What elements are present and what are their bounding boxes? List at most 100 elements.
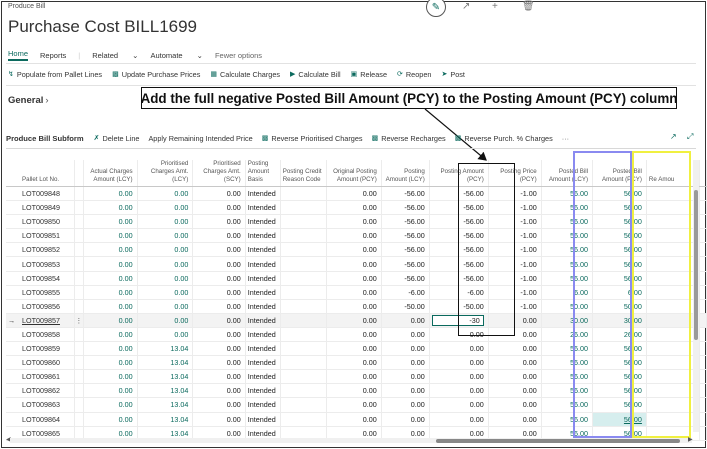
cell-bill-pcy[interactable]: 56.00 [592, 186, 647, 202]
edit-icon[interactable]: ✎ [426, 0, 446, 17]
cell-bill-lcy[interactable]: 6.00 [541, 285, 594, 300]
cell-basis[interactable]: Intended [245, 228, 281, 244]
reverse-prioritised-button[interactable]: ▩ Reverse Prioritised Charges [262, 134, 363, 143]
table-row[interactable]: LOT009850 0.00 0.00 0.00 Intended 0.00 -56.00-… [6, 214, 707, 230]
cell-price[interactable]: -1.00 [488, 186, 542, 202]
fewer-options-button[interactable]: Fewer options [215, 51, 262, 60]
cell-post-pcy[interactable]: -56.00 [429, 256, 489, 272]
cell-post-lcy[interactable]: -56.00 [381, 228, 430, 244]
cell-post-lcy[interactable]: 0.00 [381, 369, 430, 385]
col-header-prioritised-scy[interactable]: Prioritised Charges Amt. (SCY) [192, 160, 246, 187]
vertical-scroll-thumb[interactable] [694, 190, 698, 340]
cell-price[interactable]: -1.00 [488, 285, 542, 300]
more-options-button[interactable]: ··· [562, 134, 569, 143]
col-header-extra[interactable]: Re Amou [646, 160, 700, 187]
cell-post-pcy[interactable]: -50.00 [429, 299, 489, 314]
cell-post-pcy[interactable]: -56.00 [429, 186, 489, 202]
cell-bill-pcy[interactable]: 30.00 [592, 313, 647, 328]
reverse-purch-button[interactable]: ▩ Reverse Purch. % Charges [455, 134, 553, 143]
cell-scy[interactable]: 0.00 [192, 285, 246, 300]
cell-prior[interactable]: 13.04 [137, 341, 194, 357]
cell-basis[interactable]: Intended [245, 369, 281, 385]
calculate-charges-button[interactable]: ▦ Calculate Charges [210, 70, 280, 79]
cell-post-pcy[interactable]: 0.00 [429, 341, 489, 357]
cell-scy[interactable]: 0.00 [192, 214, 246, 230]
cell-lot[interactable]: LOT009850 [6, 214, 75, 230]
cell-lot[interactable]: LOT009848 [6, 186, 75, 202]
cell-prior[interactable]: 0.00 [137, 271, 194, 286]
table-row[interactable]: LOT009848 0.00 0.00 0.00 Intended 0.00 -56.00-… [6, 186, 707, 202]
cell-actual[interactable]: 0.00 [83, 412, 138, 427]
cell-price[interactable]: 0.00 [488, 327, 542, 343]
table-row[interactable]: LOT009860 0.00 13.04 0.00 Intended 0.00 0.00 0.… [6, 355, 707, 371]
cell-actual[interactable]: 0.00 [83, 299, 138, 314]
cell-prior[interactable]: 0.00 [137, 256, 194, 272]
cell-post-lcy[interactable]: -56.00 [381, 271, 430, 286]
cell-bill-lcy[interactable]: 56.00 [541, 341, 594, 357]
cell-bill-lcy[interactable]: 56.00 [541, 355, 594, 371]
cell-post-lcy[interactable]: 0.00 [381, 383, 430, 399]
cell-lot[interactable]: LOT009864 [6, 412, 75, 427]
cell-orig[interactable]: 0.00 [326, 186, 382, 202]
cell-post-lcy[interactable]: -50.00 [381, 299, 430, 314]
cell-prior[interactable]: 13.04 [137, 355, 194, 371]
col-header-bill-pcy[interactable]: Posted Bill Amount (PCY) [592, 160, 647, 187]
col-header-lot[interactable]: Pallet Lot No. [6, 160, 75, 187]
cell-post-pcy[interactable]: -56.00 [429, 271, 489, 286]
reopen-button[interactable]: ⟳ Reopen [397, 70, 431, 79]
cell-prior[interactable]: 0.00 [137, 327, 194, 343]
cell-prior[interactable]: 13.04 [137, 383, 194, 399]
breadcrumb[interactable]: Produce Bill [8, 3, 45, 10]
cell-post-lcy[interactable]: 0.00 [381, 341, 430, 357]
cell-basis[interactable]: Intended [245, 186, 281, 202]
cell-lot[interactable]: LOT009851 [6, 228, 75, 244]
col-header-posting-lcy[interactable]: Posting Amount (LCY) [381, 160, 430, 187]
cell-bill-lcy[interactable]: 26.00 [541, 327, 594, 343]
cell-lot[interactable]: LOT009862 [6, 383, 75, 399]
table-row[interactable]: LOT009862 0.00 13.04 0.00 Intended 0.00 0.00 0.… [6, 383, 707, 399]
new-icon[interactable]: + [492, 1, 498, 12]
cell-orig[interactable]: 0.00 [326, 242, 382, 258]
cell-orig[interactable]: 0.00 [326, 271, 382, 286]
cell-orig[interactable]: 0.00 [326, 214, 382, 230]
cell-bill-pcy[interactable]: 56.00 [592, 200, 647, 216]
cell-post-pcy[interactable]: 0.00 [429, 397, 489, 413]
menu-related[interactable]: Related ⌄ [92, 51, 138, 60]
cell-bill-lcy[interactable]: 56.00 [541, 412, 594, 427]
cell-actual[interactable]: 0.00 [83, 256, 138, 272]
cell-bill-pcy[interactable]: 56.00 [592, 256, 647, 272]
cell-bill-pcy[interactable]: 56.00 [592, 214, 647, 230]
cell-post-lcy[interactable]: 0.00 [381, 355, 430, 371]
cell-actual[interactable]: 0.00 [83, 228, 138, 244]
cell-scy[interactable]: 0.00 [192, 242, 246, 258]
cell-post-lcy[interactable]: -56.00 [381, 200, 430, 216]
cell-lot[interactable]: LOT009849 [6, 200, 75, 216]
cell-bill-pcy[interactable]: 6.00 [592, 285, 647, 300]
cell-post-lcy[interactable]: -56.00 [381, 242, 430, 258]
cell-bill-lcy[interactable]: 56.00 [541, 228, 594, 244]
delete-line-button[interactable]: ✗ Delete Line [94, 134, 140, 143]
cell-bill-lcy[interactable]: 56.00 [541, 186, 594, 202]
cell-actual[interactable]: 0.00 [83, 313, 138, 328]
cell-post-lcy[interactable]: 0.00 [381, 313, 430, 328]
cell-orig[interactable]: 0.00 [326, 327, 382, 343]
cell-post-lcy[interactable]: 0.00 [381, 327, 430, 343]
cell-orig[interactable]: 0.00 [326, 412, 382, 427]
menu-automate[interactable]: Automate ⌄ [150, 51, 202, 60]
cell-bill-pcy[interactable]: 26.00 [592, 327, 647, 343]
cell-basis[interactable]: Intended [245, 341, 281, 357]
cell-bill-lcy[interactable]: 30.00 [541, 313, 594, 328]
share-icon[interactable]: ↗ [670, 132, 677, 141]
cell-price[interactable]: -1.00 [488, 299, 542, 314]
posting-pcy-input[interactable]: -30 [431, 314, 484, 326]
cell-bill-pcy[interactable]: 50.00 [592, 299, 647, 314]
cell-prior[interactable]: 13.04 [137, 412, 194, 427]
cell-prior[interactable]: 0.00 [137, 313, 194, 328]
cell-basis[interactable]: Intended [245, 200, 281, 216]
cell-post-lcy[interactable]: -56.00 [381, 256, 430, 272]
post-button[interactable]: ➤ Post [441, 70, 464, 79]
cell-bill-pcy[interactable]: 56.00 [592, 412, 647, 427]
col-header-prioritised-amt[interactable]: Prioritised Charges Amt. (LCY) [137, 160, 194, 187]
cell-bill-pcy[interactable]: 56.00 [592, 228, 647, 244]
cell-actual[interactable]: 0.00 [83, 186, 138, 202]
